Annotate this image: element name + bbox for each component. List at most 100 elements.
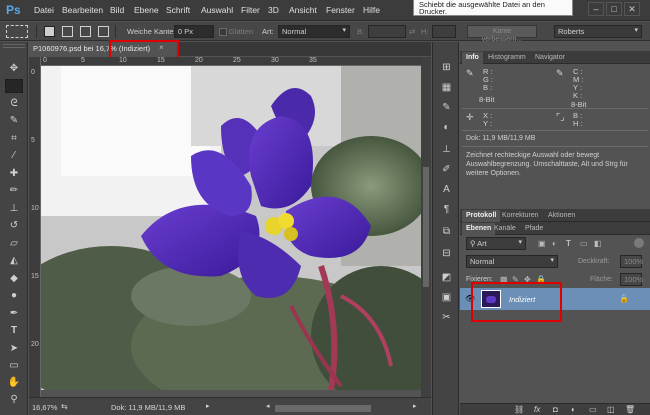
document-size[interactable]: Dok: 11,9 MB/11,9 MB bbox=[111, 403, 185, 412]
swatches-panel-icon[interactable]: ▦ bbox=[439, 80, 454, 95]
close-button[interactable]: ✕ bbox=[624, 2, 640, 16]
vertical-scrollbar[interactable] bbox=[421, 57, 431, 397]
tab-protocol[interactable]: Protokoll bbox=[462, 210, 501, 222]
add-selection-icon[interactable] bbox=[62, 26, 73, 37]
tool-presets-icon[interactable]: ✐ bbox=[439, 162, 454, 177]
width-input[interactable] bbox=[368, 25, 406, 38]
menu-ansicht[interactable]: Ansicht bbox=[289, 5, 317, 15]
scroll-left-icon[interactable]: ◂ bbox=[266, 402, 270, 410]
blur-tool-icon[interactable]: ◆ bbox=[5, 272, 23, 286]
hand-tool-icon[interactable]: ✋ bbox=[5, 376, 23, 390]
new-selection-icon[interactable] bbox=[44, 26, 55, 37]
vertical-scroll-thumb[interactable] bbox=[423, 167, 429, 287]
menu-auswahl[interactable]: Auswahl bbox=[201, 5, 233, 15]
brush-panel-icon[interactable]: ✎ bbox=[439, 100, 454, 115]
tab-channels[interactable]: Kanäle bbox=[490, 223, 520, 235]
eyedropper-tool-icon[interactable]: ⁄ bbox=[5, 149, 23, 163]
color-panel-icon[interactable]: ⊞ bbox=[439, 60, 454, 75]
zoom-tool-icon[interactable]: ⚲ bbox=[5, 393, 23, 407]
menu-bild[interactable]: Bild bbox=[110, 5, 124, 15]
history-brush-icon[interactable]: ↺ bbox=[5, 219, 23, 233]
paragraph-panel-icon[interactable]: ¶ bbox=[439, 202, 454, 217]
crop-tool-icon[interactable]: ⌗ bbox=[5, 132, 23, 146]
tab-navigator[interactable]: Navigator bbox=[531, 52, 569, 64]
selection-size-icon: ⌜⌟ bbox=[556, 112, 565, 122]
menu-ebene[interactable]: Ebene bbox=[134, 5, 159, 15]
menu-3d[interactable]: 3D bbox=[268, 5, 279, 15]
shape-tool-icon[interactable]: ▭ bbox=[5, 359, 23, 373]
eraser-tool-icon[interactable]: ▱ bbox=[5, 237, 23, 251]
bucket-tool-icon[interactable]: ◭ bbox=[5, 254, 23, 268]
style-select[interactable]: Normal ▾ bbox=[278, 25, 350, 38]
opacity-input[interactable]: 100% bbox=[620, 255, 643, 268]
dodge-tool-icon[interactable]: ● bbox=[5, 289, 23, 303]
subtract-selection-icon[interactable] bbox=[80, 26, 91, 37]
share-icon[interactable]: ⇆ bbox=[61, 402, 68, 411]
brush-tool-icon[interactable]: ✏ bbox=[5, 184, 23, 198]
antialias-checkbox[interactable] bbox=[219, 28, 227, 36]
toolbox-grip-icon[interactable] bbox=[3, 44, 25, 48]
filter-pixel-icon[interactable]: ▣ bbox=[538, 239, 546, 248]
filter-toggle[interactable] bbox=[634, 238, 644, 248]
vertical-ruler: 0 5 10 15 20 bbox=[29, 57, 41, 397]
menu-filter[interactable]: Filter bbox=[241, 5, 260, 15]
tab-actions[interactable]: Aktionen bbox=[544, 210, 579, 222]
feather-input[interactable]: 0 Px bbox=[174, 25, 214, 38]
ruler-label: 5 bbox=[81, 57, 85, 64]
marquee-tool-preset-icon[interactable] bbox=[6, 25, 28, 38]
filter-adjust-icon[interactable]: ◐ bbox=[552, 239, 557, 248]
properties-panel-icon[interactable]: ⊟ bbox=[439, 246, 454, 261]
tab-histogram[interactable]: Histogramm bbox=[484, 52, 530, 64]
filter-type-icon[interactable]: T bbox=[566, 239, 571, 248]
status-menu-icon[interactable]: ▸ bbox=[206, 402, 210, 410]
horizontal-scroll-thumb[interactable] bbox=[275, 405, 371, 412]
adjust-panel-icon[interactable]: ◩ bbox=[439, 270, 454, 285]
menu-bearbeiten[interactable]: Bearbeiten bbox=[62, 5, 103, 15]
type-tool-icon[interactable]: T bbox=[5, 324, 23, 338]
styles-panel-icon[interactable]: ◐ bbox=[439, 120, 454, 135]
adjustment-layer-icon[interactable]: ◐ bbox=[571, 405, 576, 414]
tab-paths[interactable]: Pfade bbox=[521, 223, 547, 235]
scroll-right-icon[interactable]: ▸ bbox=[413, 402, 417, 410]
info-y-coord: Y : bbox=[483, 119, 493, 128]
lasso-tool-icon[interactable]: ᘓ bbox=[5, 97, 23, 111]
healing-tool-icon[interactable]: ✚ bbox=[5, 167, 23, 181]
trash-icon[interactable]: 🗑 bbox=[625, 405, 635, 414]
link-layers-icon[interactable]: ⛓ bbox=[514, 405, 524, 414]
tab-info[interactable]: Info bbox=[462, 52, 483, 64]
menu-schrift[interactable]: Schrift bbox=[166, 5, 190, 15]
info-panel-icon[interactable]: ⧉ bbox=[439, 224, 454, 239]
menu-datei[interactable]: Datei bbox=[34, 5, 54, 15]
menu-hilfe[interactable]: Hilfe bbox=[363, 5, 380, 15]
mask-panel-icon[interactable]: ▣ bbox=[439, 290, 454, 305]
path-select-tool-icon[interactable]: ➤ bbox=[5, 342, 23, 356]
rect-marquee-tool-icon[interactable] bbox=[5, 79, 23, 93]
workspace-select[interactable]: Roberts ▾ bbox=[554, 25, 642, 38]
fill-input[interactable]: 100% bbox=[620, 273, 643, 286]
zoom-level[interactable]: 16,67% bbox=[32, 403, 57, 412]
tools-panel-icon[interactable]: ✂ bbox=[439, 310, 454, 325]
swap-icon[interactable]: ⇄ bbox=[409, 27, 415, 36]
pen-tool-icon[interactable]: ✒ bbox=[5, 307, 23, 321]
clone-source-icon[interactable]: ⊥ bbox=[439, 142, 454, 157]
add-mask-icon[interactable]: ◘ bbox=[553, 405, 558, 414]
filter-shape-icon[interactable]: ▭ bbox=[580, 239, 588, 248]
fx-icon[interactable]: fx bbox=[534, 405, 540, 414]
quick-select-tool-icon[interactable]: ✎ bbox=[5, 114, 23, 128]
tab-adjustments[interactable]: Korrekturen bbox=[498, 210, 543, 222]
new-group-icon[interactable]: ▭ bbox=[589, 405, 597, 414]
layer-filter-select[interactable]: ⚲ Art ▾ bbox=[466, 237, 526, 250]
menu-fenster[interactable]: Fenster bbox=[326, 5, 355, 15]
filter-smart-icon[interactable]: ◧ bbox=[594, 239, 602, 248]
minimize-button[interactable]: – bbox=[588, 2, 604, 16]
maximize-button[interactable]: □ bbox=[606, 2, 622, 16]
intersect-selection-icon[interactable] bbox=[98, 26, 109, 37]
stamp-tool-icon[interactable]: ⊥ bbox=[5, 202, 23, 216]
new-layer-icon[interactable]: ◫ bbox=[607, 405, 615, 414]
canvas[interactable] bbox=[41, 66, 421, 390]
blend-mode-select[interactable]: Normal ▾ bbox=[466, 255, 558, 268]
refine-edge-button[interactable]: Kante verbessern... bbox=[467, 25, 537, 43]
height-input[interactable] bbox=[432, 25, 456, 38]
move-tool-icon[interactable]: ✥ bbox=[5, 62, 23, 76]
character-panel-icon[interactable]: A bbox=[439, 182, 454, 197]
